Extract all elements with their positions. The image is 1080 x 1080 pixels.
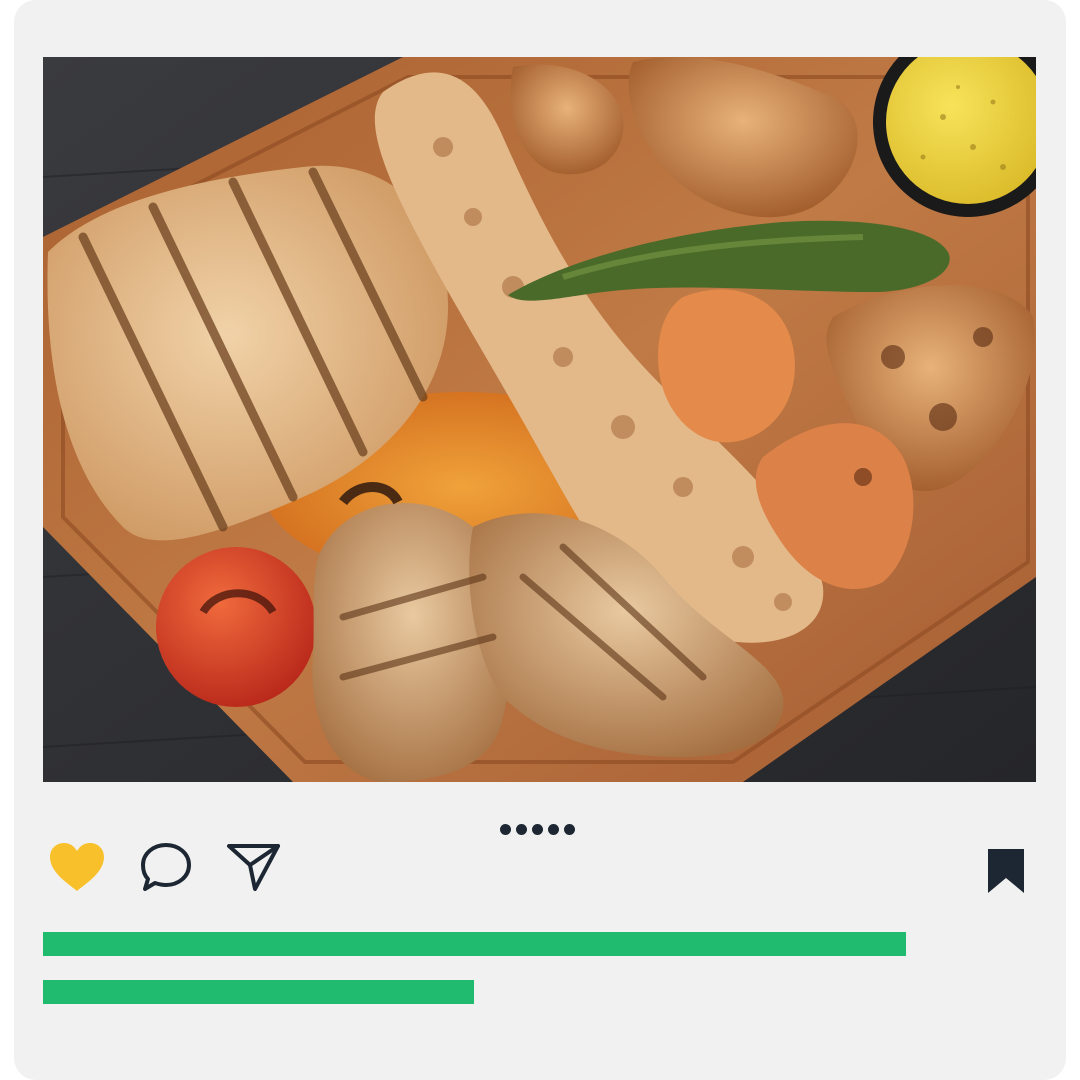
share-button[interactable]: [224, 838, 284, 896]
comment-bubble-icon: [141, 843, 191, 891]
comment-button[interactable]: [138, 838, 194, 896]
post-photo[interactable]: [43, 57, 1036, 782]
social-post-card: [14, 0, 1066, 1080]
carousel-dot[interactable]: [548, 824, 559, 835]
like-button[interactable]: [46, 838, 108, 896]
bookmark-icon: [988, 849, 1024, 893]
caption-placeholder-line: [43, 980, 474, 1004]
paper-plane-icon: [227, 844, 280, 891]
carousel-dot[interactable]: [500, 824, 511, 835]
caption-placeholder-line: [43, 932, 906, 956]
heart-icon: [50, 843, 104, 891]
carousel-dot[interactable]: [532, 824, 543, 835]
chicken-platter-image: [43, 57, 1036, 782]
carousel-indicator[interactable]: [500, 824, 575, 835]
save-button[interactable]: [980, 842, 1032, 900]
carousel-dot[interactable]: [516, 824, 527, 835]
carousel-dot[interactable]: [564, 824, 575, 835]
